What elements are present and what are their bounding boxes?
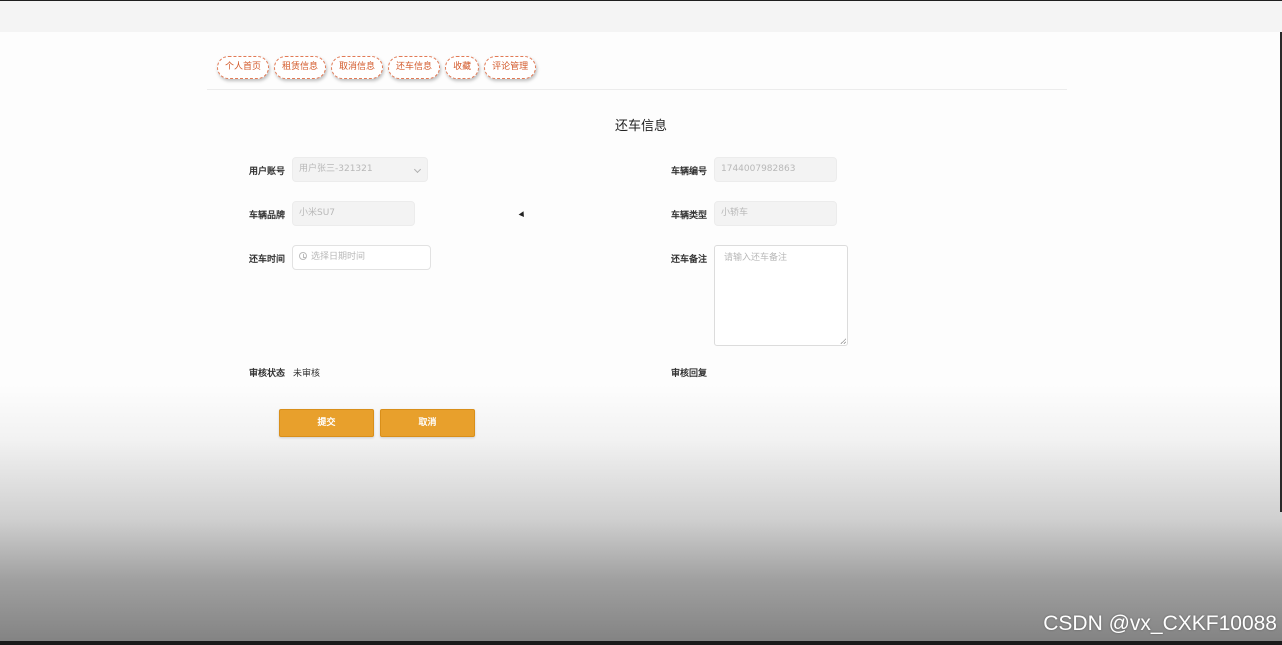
clock-icon (299, 252, 307, 260)
user-account-value: 用户张三-321321 (299, 164, 373, 174)
review-status-label: 审核状态 (248, 369, 285, 379)
tab-rental-info[interactable]: 租赁信息 (274, 56, 327, 79)
return-time-picker[interactable]: 选择日期时间 (292, 245, 431, 270)
return-note-placeholder: 请输入还车备注 (724, 253, 788, 263)
submit-button[interactable]: 提交 (279, 409, 374, 437)
resize-grip-icon[interactable] (840, 338, 846, 344)
user-account-select[interactable]: 用户张三-321321 (292, 157, 428, 182)
vehicle-type-label: 车辆类型 (670, 211, 707, 221)
bottom-border (0, 641, 1282, 645)
tab-return-info[interactable]: 还车信息 (388, 56, 441, 79)
nav-divider (207, 89, 1067, 90)
return-time-label: 还车时间 (248, 255, 285, 265)
watermark: CSDN @vx_CXKF10088 (1043, 612, 1277, 635)
vehicle-number-value: 1744007982863 (721, 164, 796, 174)
return-time-placeholder: 选择日期时间 (311, 252, 366, 262)
user-account-label: 用户账号 (248, 167, 285, 177)
mouse-cursor-icon (518, 211, 527, 219)
vehicle-brand-value: 小米SU7 (299, 208, 336, 218)
vehicle-number-field[interactable]: 1744007982863 (714, 157, 837, 182)
top-bar (0, 1, 1282, 32)
return-note-textarea[interactable]: 请输入还车备注 (714, 245, 848, 346)
review-reply-label: 审核回复 (670, 369, 707, 379)
page-title: 还车信息 (614, 119, 667, 134)
tab-personal-home[interactable]: 个人首页 (217, 56, 270, 79)
tab-cancel-info[interactable]: 取消信息 (331, 56, 384, 79)
review-status-value: 未审核 (293, 369, 321, 379)
vehicle-brand-field[interactable]: 小米SU7 (292, 201, 415, 226)
nav-tabs: 个人首页 租赁信息 取消信息 还车信息 收藏 评论管理 (217, 56, 537, 79)
vehicle-brand-label: 车辆品牌 (248, 211, 285, 221)
chevron-down-icon (413, 165, 422, 174)
tab-favorites[interactable]: 收藏 (445, 56, 480, 79)
vehicle-number-label: 车辆编号 (670, 167, 707, 177)
vehicle-type-field[interactable]: 小轿车 (714, 201, 837, 226)
tab-comment-management[interactable]: 评论管理 (484, 56, 537, 79)
return-note-label: 还车备注 (670, 255, 707, 265)
vehicle-type-value: 小轿车 (721, 208, 749, 218)
cancel-button[interactable]: 取消 (380, 409, 475, 437)
